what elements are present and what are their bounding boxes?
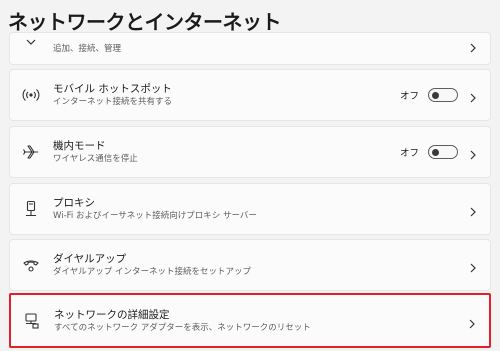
airplane-mode-toggle-label: オフ [399,148,419,159]
chevron-right-icon [468,203,478,217]
dialup-description: ダイヤルアップ インターネット接続をセットアップ [53,267,251,277]
mobile-hotspot-toggle-label: オフ [399,91,419,102]
toggle-knob [432,148,439,156]
airplane-icon [22,143,40,161]
mobile-hotspot-title: モバイル ホットスポット [53,83,172,95]
chevron-right-icon [467,315,477,328]
mobile-hotspot-description: インターネット接続を共有する [53,97,173,107]
toggle-knob [432,91,439,99]
page-title: ネットワークとインターネット [8,10,282,34]
chevron-right-icon [468,146,478,160]
proxy-description: Wi-Fi およびイーサネット接続向けプロキシ サーバー [53,211,257,221]
vpn-item-description: 追加、接続、管理 [53,44,122,54]
chevron-right-icon [468,39,478,53]
dialup-title: ダイヤルアップ [53,253,127,265]
advanced-network-icon [23,312,41,330]
proxy-item[interactable]: プロキシ Wi-Fi およびイーサネット接続向けプロキシ サーバー [9,183,491,235]
vpn-item[interactable]: 追加、接続、管理 [9,32,491,65]
airplane-mode-title: 機内モード [53,140,106,152]
airplane-mode-toggle[interactable] [428,145,458,159]
advanced-network-description: すべてのネットワーク アダプターを表示、ネットワークのリセット [54,322,311,333]
hotspot-icon [22,86,40,104]
airplane-mode-description: ワイヤレス通信を停止 [53,154,138,164]
airplane-mode-item[interactable]: 機内モード ワイヤレス通信を停止 オフ [9,126,491,178]
advanced-network-settings-item[interactable]: ネットワークの詳細設定 すべてのネットワーク アダプターを表示、ネットワークのリ… [9,293,491,348]
airplane-mode-toggle-group: オフ [400,145,458,159]
vpn-shield-icon [22,36,40,54]
dialup-icon [22,256,40,274]
mobile-hotspot-toggle-group: オフ [400,88,458,102]
mobile-hotspot-item[interactable]: モバイル ホットスポット インターネット接続を共有する オフ [9,69,491,121]
chevron-right-icon [468,89,478,103]
advanced-network-title: ネットワークの詳細設定 [54,308,170,321]
proxy-title: プロキシ [53,197,95,209]
chevron-right-icon [468,259,478,273]
dialup-item[interactable]: ダイヤルアップ ダイヤルアップ インターネット接続をセットアップ [9,239,491,291]
mobile-hotspot-toggle[interactable] [428,88,458,102]
proxy-server-icon [22,200,40,218]
